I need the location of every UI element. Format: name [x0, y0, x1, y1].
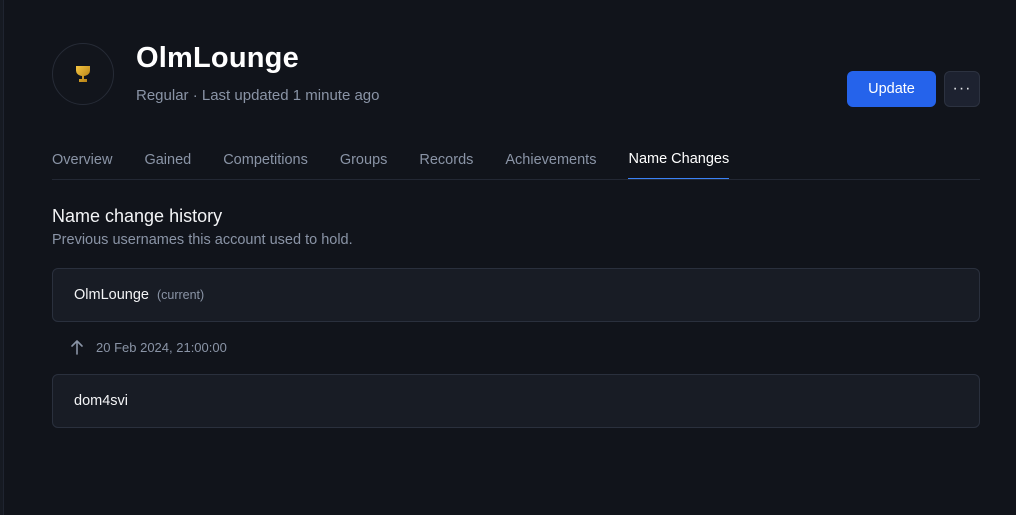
player-subtitle: Regular · Last updated 1 minute ago — [136, 87, 380, 104]
tab-overview[interactable]: Overview — [52, 140, 112, 179]
section-title: Name change history — [52, 206, 223, 226]
tab-achievements[interactable]: Achievements — [505, 140, 596, 179]
change-date: 20 Feb 2024, 21:00:00 — [96, 339, 227, 355]
previous-name: dom4svi — [74, 393, 128, 409]
current-tag: (current) — [156, 288, 205, 302]
more-icon: ··· — [952, 80, 972, 97]
current-name: OlmLounge — [74, 287, 149, 303]
tab-bar: Overview Gained Competitions Groups Reco… — [52, 140, 980, 180]
name-card-current: OlmLounge (current) — [52, 268, 980, 322]
name-change-entry: 20 Feb 2024, 21:00:00 — [70, 339, 227, 355]
name-card-previous: dom4svi — [52, 374, 980, 428]
tab-name-changes[interactable]: Name Changes — [628, 140, 730, 179]
section-description: Previous usernames this account used to … — [52, 232, 353, 248]
arrow-up-icon — [71, 340, 83, 355]
sidebar-edge — [0, 0, 4, 515]
tab-gained[interactable]: Gained — [144, 140, 191, 179]
tab-groups[interactable]: Groups — [340, 140, 388, 179]
tab-competitions[interactable]: Competitions — [223, 140, 308, 179]
update-button[interactable]: Update — [847, 71, 936, 107]
trophy-icon — [76, 66, 90, 82]
tab-records[interactable]: Records — [419, 140, 473, 179]
avatar — [52, 43, 114, 105]
more-options-button[interactable]: ··· — [944, 71, 980, 107]
player-name: OlmLounge — [136, 42, 299, 74]
